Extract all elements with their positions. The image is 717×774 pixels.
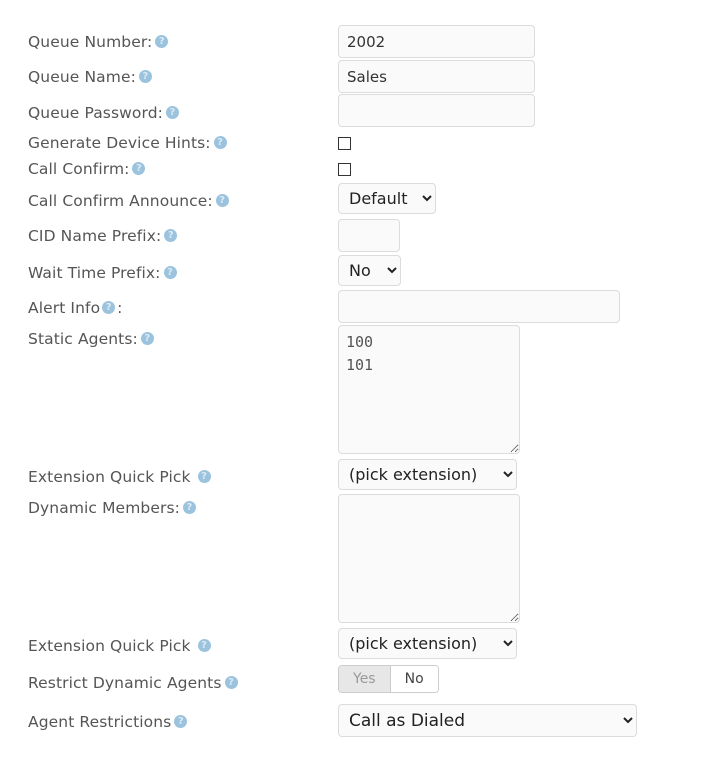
queue-name-input[interactable]: [338, 60, 535, 93]
queue-password-input[interactable]: [338, 94, 535, 127]
restrict-dynamic-agents-toggle[interactable]: Yes No: [338, 665, 439, 693]
help-icon[interactable]: ?: [197, 470, 211, 483]
label-dynamic-members-text: Dynamic Members:: [28, 499, 180, 517]
label-generate-device-hints: Generate Device Hints:?: [28, 134, 227, 152]
help-icon[interactable]: ?: [174, 715, 188, 728]
label-queue-number-text: Queue Number:: [28, 33, 153, 51]
label-wait-time-prefix: Wait Time Prefix:?: [28, 264, 177, 282]
label-call-confirm: Call Confirm:?: [28, 160, 146, 178]
label-agent-restrictions: Agent Restrictions?: [28, 713, 188, 731]
queue-number-input[interactable]: [338, 25, 535, 58]
label-queue-number: Queue Number:?: [28, 33, 169, 51]
label-alert-info: Alert Info?:: [28, 299, 123, 317]
cid-name-prefix-input[interactable]: [338, 219, 400, 252]
label-queue-name-text: Queue Name:: [28, 68, 136, 86]
toggle-option-no[interactable]: No: [389, 666, 438, 692]
extension-quick-pick-static-select[interactable]: (pick extension): [338, 459, 517, 490]
label-restrict-dynamic-agents: Restrict Dynamic Agents?: [28, 674, 238, 692]
label-call-confirm-text: Call Confirm:: [28, 160, 130, 178]
help-icon[interactable]: ?: [138, 70, 152, 83]
label-alert-info-text: Alert Info: [28, 299, 101, 317]
wait-time-prefix-select[interactable]: No: [338, 255, 401, 286]
label-wait-time-prefix-text: Wait Time Prefix:: [28, 264, 161, 282]
help-icon[interactable]: ?: [164, 229, 178, 242]
help-icon[interactable]: ?: [132, 162, 146, 175]
label-static-agents-text: Static Agents:: [28, 330, 138, 348]
label-call-confirm-announce: Call Confirm Announce:?: [28, 192, 229, 210]
label-generate-device-hints-text: Generate Device Hints:: [28, 134, 211, 152]
call-confirm-checkbox[interactable]: [338, 163, 351, 176]
static-agents-textarea[interactable]: 100 101: [338, 325, 520, 454]
label-dynamic-members: Dynamic Members:?: [28, 499, 196, 517]
label-queue-name: Queue Name:?: [28, 68, 152, 86]
call-confirm-announce-select[interactable]: Default: [338, 183, 436, 214]
label-cid-name-prefix-text: CID Name Prefix:: [28, 227, 162, 245]
extension-quick-pick-dynamic-select[interactable]: (pick extension): [338, 628, 517, 659]
label-queue-password-text: Queue Password:: [28, 104, 163, 122]
label-extension-quick-pick-dynamic: Extension Quick Pick?: [28, 637, 211, 655]
label-call-confirm-announce-text: Call Confirm Announce:: [28, 192, 213, 210]
queue-settings-form: Queue Number:? Queue Name:? Queue Passwo…: [0, 0, 717, 774]
help-icon[interactable]: ?: [197, 639, 211, 652]
help-icon[interactable]: ?: [140, 332, 154, 345]
help-icon[interactable]: ?: [215, 194, 229, 207]
label-static-agents: Static Agents:?: [28, 330, 154, 348]
alert-info-input[interactable]: [338, 290, 620, 323]
label-restrict-dynamic-agents-text: Restrict Dynamic Agents: [28, 674, 222, 692]
help-icon[interactable]: ?: [224, 676, 238, 689]
label-queue-password: Queue Password:?: [28, 104, 179, 122]
help-icon[interactable]: ?: [163, 266, 177, 279]
agent-restrictions-select[interactable]: Call as Dialed: [338, 704, 637, 737]
help-icon[interactable]: ?: [213, 136, 227, 149]
label-agent-restrictions-text: Agent Restrictions: [28, 713, 172, 731]
label-extension-quick-pick-dynamic-text: Extension Quick Pick: [28, 637, 191, 655]
help-icon[interactable]: ?: [165, 106, 179, 119]
toggle-option-yes[interactable]: Yes: [339, 666, 390, 692]
dynamic-members-textarea[interactable]: [338, 494, 520, 623]
label-extension-quick-pick-static: Extension Quick Pick?: [28, 468, 211, 486]
label-extension-quick-pick-static-text: Extension Quick Pick: [28, 468, 191, 486]
help-icon[interactable]: ?: [155, 35, 169, 48]
label-cid-name-prefix: CID Name Prefix:?: [28, 227, 178, 245]
label-alert-info-colon: :: [117, 299, 123, 317]
help-icon[interactable]: ?: [102, 301, 116, 314]
generate-device-hints-checkbox[interactable]: [338, 137, 351, 150]
help-icon[interactable]: ?: [182, 501, 196, 514]
